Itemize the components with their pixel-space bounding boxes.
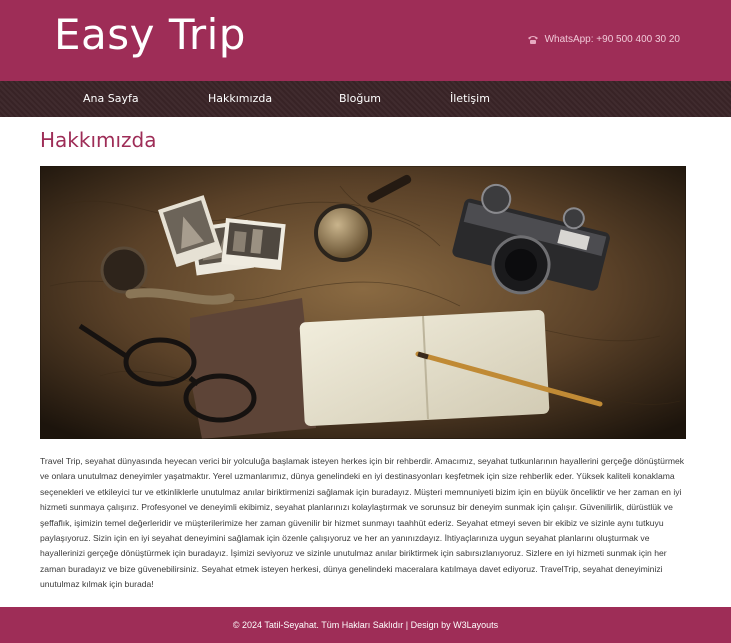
hero-image: [40, 166, 686, 439]
site-footer: © 2024 Tatil-Seyahat. Tüm Hakları Saklıd…: [0, 607, 731, 643]
about-body-text: Travel Trip, seyahat dünyasında heyecan …: [40, 456, 685, 590]
phone-icon: [527, 35, 539, 45]
nav-item-home[interactable]: Ana Sayfa: [83, 92, 139, 105]
nav-item-blog[interactable]: Bloğum: [339, 92, 381, 105]
main-nav: Ana Sayfa Hakkımızda Bloğum İletişim: [0, 81, 731, 117]
page-title: Hakkımızda: [40, 128, 157, 152]
whatsapp-contact[interactable]: WhatsApp: +90 500 400 30 20: [527, 34, 680, 45]
site-header: Easy Trip WhatsApp: +90 500 400 30 20: [0, 0, 731, 81]
nav-item-about[interactable]: Hakkımızda: [208, 92, 272, 105]
nav-item-contact[interactable]: İletişim: [450, 92, 490, 105]
site-logo[interactable]: Easy Trip: [54, 10, 246, 59]
footer-copyright: © 2024 Tatil-Seyahat. Tüm Hakları Saklıd…: [232, 620, 499, 630]
whatsapp-number: WhatsApp: +90 500 400 30 20: [544, 34, 680, 45]
